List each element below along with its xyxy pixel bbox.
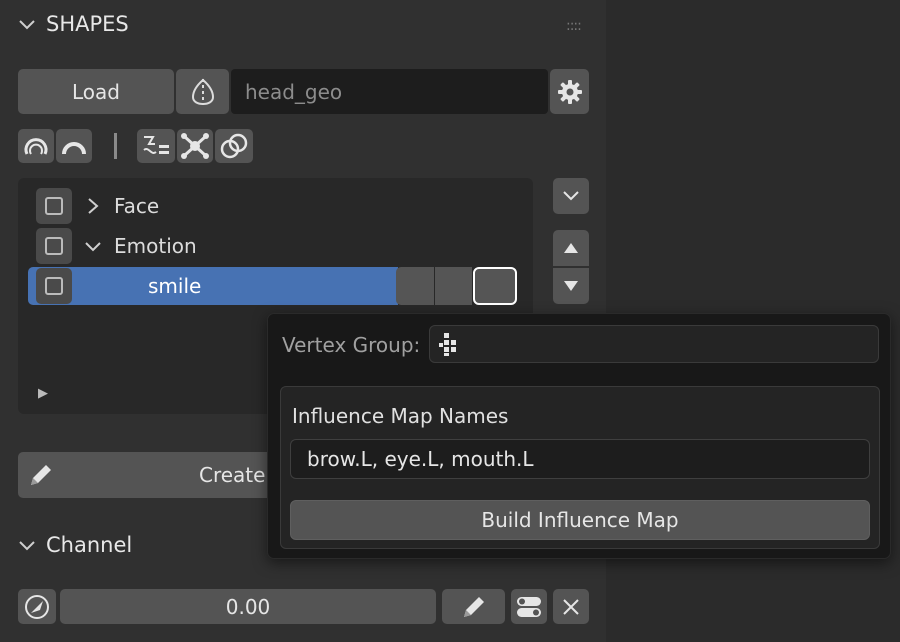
shape-key-icon: [22, 132, 50, 160]
row-toggle-a[interactable]: [396, 267, 434, 305]
create-button-label: Create: [199, 463, 266, 487]
toolbar-divider: [114, 133, 117, 159]
channel-value-slider[interactable]: 0.00: [60, 589, 436, 624]
wire-button[interactable]: [137, 129, 175, 163]
checkbox[interactable]: [36, 268, 72, 304]
shape-key-button[interactable]: [18, 129, 54, 163]
grip-icon[interactable]: ::::: [566, 18, 582, 34]
mesh-field[interactable]: head_geo: [231, 69, 548, 114]
influence-map-input[interactable]: brow.L, eye.L, mouth.L: [290, 439, 870, 479]
symmetry-button[interactable]: [176, 69, 229, 114]
chevron-down-icon: [18, 15, 36, 33]
close-icon: [561, 597, 581, 617]
pencil-icon: [26, 460, 56, 490]
row-toggle-b[interactable]: [435, 267, 472, 305]
pencil-icon: [459, 592, 489, 622]
vertex-group-field[interactable]: [429, 325, 879, 363]
symmetry-icon: [189, 77, 217, 107]
chevron-down-icon[interactable]: [84, 237, 102, 255]
shapes-title: SHAPES: [46, 12, 129, 36]
row-toggle-c[interactable]: [473, 267, 517, 305]
node-icon: [180, 132, 210, 160]
load-button[interactable]: Load: [18, 69, 174, 114]
build-influence-map-button[interactable]: Build Influence Map: [290, 500, 870, 540]
list-item-selected[interactable]: smile: [36, 267, 201, 305]
vertex-group-label: Vertex Group:: [282, 333, 421, 357]
channel-title: Channel: [46, 533, 133, 557]
drag-icon: [23, 593, 51, 621]
triangle-up-icon: [563, 242, 579, 254]
toggle-button[interactable]: [511, 589, 547, 624]
move-up-button[interactable]: [553, 230, 589, 266]
toggle-icon: [515, 593, 543, 621]
checkbox[interactable]: [36, 188, 72, 224]
edit-channel-button[interactable]: [442, 589, 505, 624]
wire-icon: [141, 132, 171, 160]
list-menu-button[interactable]: [553, 178, 589, 214]
list-item-label: Emotion: [114, 234, 197, 258]
list-item-label: smile: [148, 274, 202, 298]
triangle-down-icon: [563, 280, 579, 292]
list-item-label: Face: [114, 194, 160, 218]
vertex-group-icon: [436, 330, 464, 358]
influence-map-title: Influence Map Names: [292, 404, 509, 428]
influence-map-section: Influence Map Names brow.L, eye.L, mouth…: [280, 386, 880, 549]
overlap-icon: [219, 132, 249, 160]
move-down-button[interactable]: [553, 268, 589, 304]
settings-button[interactable]: [550, 69, 589, 114]
node-button[interactable]: [177, 129, 213, 163]
gear-icon: [556, 78, 584, 106]
list-item[interactable]: Face: [36, 187, 159, 225]
channel-header[interactable]: Channel: [18, 533, 132, 557]
list-resize-icon[interactable]: ▶: [38, 386, 48, 401]
drag-button[interactable]: [18, 589, 56, 624]
close-button[interactable]: [553, 589, 589, 624]
shapes-header[interactable]: SHAPES: [18, 12, 129, 36]
chevron-right-icon[interactable]: [86, 197, 100, 215]
chevron-down-icon: [562, 189, 580, 203]
overlap-button[interactable]: [215, 129, 253, 163]
chevron-down-icon: [18, 536, 36, 554]
vertex-group-popup: Vertex Group: Influence Map Names brow.L…: [267, 313, 891, 559]
checkbox[interactable]: [36, 228, 72, 264]
shape-key-icon: [60, 132, 88, 160]
shape-key-inverse-button[interactable]: [56, 129, 92, 163]
list-item[interactable]: Emotion: [36, 227, 197, 265]
